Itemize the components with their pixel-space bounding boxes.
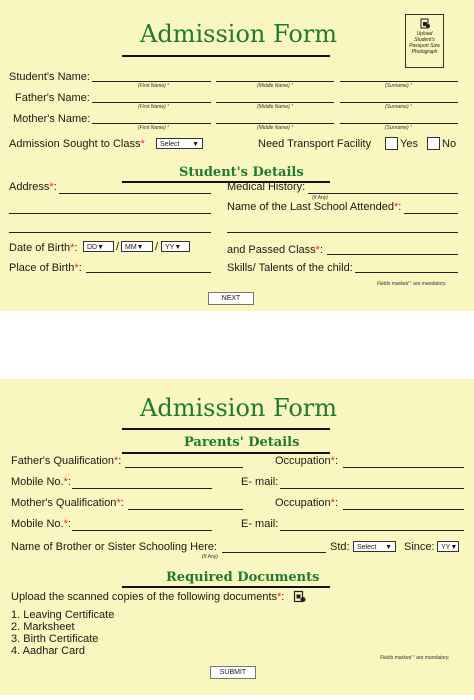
passed-class-field[interactable] (327, 254, 458, 255)
students-name-label: Student's Name: (9, 71, 90, 83)
dob-year-select[interactable]: YY▼ (161, 241, 190, 252)
upload-file-icon (420, 18, 430, 29)
transport-label: Need Transport Facility (258, 138, 372, 150)
admission-form-page-1: Admission Form Upload Student's Passport… (0, 0, 474, 311)
mother-mobile-label: Mobile No.*: (11, 518, 71, 530)
mother-occupation-label: Occupation*: (275, 497, 338, 509)
middle-name-hint: (Middle Name) * (257, 104, 294, 110)
photo-box-text: Photograph (411, 49, 438, 55)
father-surname-field[interactable] (340, 102, 458, 103)
medical-history-field[interactable] (308, 193, 458, 194)
skills-field[interactable] (355, 272, 458, 273)
first-name-hint: (First Name) * (138, 83, 170, 89)
dob-day-select[interactable]: DD▼ (83, 241, 114, 252)
mother-qualification-label: Mother's Qualification*: (11, 497, 124, 509)
submit-button[interactable]: SUBMIT (210, 666, 256, 679)
std-label: Std: (330, 541, 350, 553)
transport-no-checkbox[interactable] (427, 137, 440, 150)
sibling-name-field[interactable] (222, 552, 326, 553)
dob-label: Date of Birth*: (9, 242, 78, 254)
date-separator: / (116, 241, 120, 253)
middle-name-hint: (Middle Name) * (257, 83, 294, 89)
sibling-label: Name of Brother or Sister Schooling Here… (11, 541, 218, 553)
admission-class-label: Admission Sought to Class* (9, 138, 145, 150)
photo-upload-box[interactable]: Upload Student's Passport Size Photograp… (405, 14, 444, 68)
since-label: Since: (404, 541, 435, 553)
last-school-field-2[interactable] (227, 232, 458, 233)
std-select[interactable]: Select ▼ (353, 541, 396, 552)
surname-hint: (Surname) * (385, 104, 412, 110)
father-mobile-label: Mobile No.*: (11, 476, 71, 488)
last-school-label: Name of the Last School Attended*: (227, 201, 402, 213)
address-label: Address*: (9, 181, 57, 193)
upload-instructions: Upload the scanned copies of the followi… (11, 591, 285, 603)
mother-surname-field[interactable] (340, 123, 458, 124)
fathers-name-label: Father's Name: (15, 92, 90, 104)
mother-qualification-field[interactable] (128, 509, 243, 510)
father-qualification-field[interactable] (125, 467, 243, 468)
upload-file-icon[interactable] (293, 590, 306, 603)
student-surname-field[interactable] (340, 81, 458, 82)
mother-email-field[interactable] (280, 530, 464, 531)
transport-no-label: No (442, 138, 457, 150)
parents-details-heading: Parents' Details (184, 435, 300, 450)
students-details-heading: Student's Details (179, 165, 304, 180)
transport-yes-label: Yes (400, 138, 418, 150)
mother-first-name-field[interactable] (92, 123, 211, 124)
title-underline (122, 428, 330, 430)
mandatory-note: Fields marked * are mandatory. (377, 281, 447, 287)
list-item: 2. Marksheet (11, 621, 75, 633)
mother-email-label: E- mail: (241, 518, 279, 530)
father-email-field[interactable] (280, 488, 464, 489)
passed-class-label: and Passed Class*: (227, 244, 324, 256)
student-middle-name-field[interactable] (216, 81, 334, 82)
class-select[interactable]: Select ▼ (156, 138, 203, 149)
address-line-3[interactable] (9, 232, 211, 233)
title-underline (122, 55, 330, 57)
medical-history-label: Medical History: (227, 181, 306, 193)
father-first-name-field[interactable] (92, 102, 211, 103)
list-item: 4. Aadhar Card (11, 645, 85, 657)
mothers-name-label: Mother's Name: (13, 113, 91, 125)
next-button[interactable]: NEXT (208, 292, 254, 305)
date-separator: / (155, 241, 159, 253)
surname-hint: (Surname) * (385, 83, 412, 89)
since-year-select[interactable]: YY▼ (437, 541, 459, 552)
father-middle-name-field[interactable] (216, 102, 334, 103)
place-of-birth-label: Place of Birth*: (9, 262, 82, 274)
address-line-1[interactable] (59, 193, 211, 194)
middle-name-hint: (Middle Name) * (257, 125, 294, 131)
mother-occupation-field[interactable] (343, 509, 464, 510)
documents-list: 1. Leaving Certificate 2. Marksheet 3. B… (11, 609, 114, 657)
list-item: 1. Leaving Certificate (11, 609, 115, 621)
father-occupation-label: Occupation*: (275, 455, 338, 467)
father-qualification-label: Father's Qualification*: (11, 455, 122, 467)
dob-month-select[interactable]: MM▼ (121, 241, 153, 252)
mother-middle-name-field[interactable] (216, 123, 334, 124)
section-underline (122, 586, 330, 588)
mandatory-note: Fields marked * are mandatory. (380, 655, 450, 661)
mother-mobile-field[interactable] (72, 530, 212, 531)
transport-yes-checkbox[interactable] (385, 137, 398, 150)
skills-label: Skills/ Talents of the child: (227, 262, 353, 274)
address-line-2[interactable] (9, 213, 211, 214)
father-mobile-field[interactable] (72, 488, 212, 489)
father-email-label: E- mail: (241, 476, 279, 488)
form-title: Admission Form (140, 20, 337, 48)
admission-form-page-2: Admission Form Parents' Details Father's… (0, 379, 474, 695)
form-title: Admission Form (140, 394, 337, 422)
list-item: 3. Birth Certificate (11, 633, 99, 645)
place-of-birth-field[interactable] (86, 272, 211, 273)
section-underline (122, 452, 330, 454)
student-first-name-field[interactable] (92, 81, 211, 82)
required-documents-heading: Required Documents (166, 570, 320, 585)
sibling-if-any-hint: (If Any) (202, 554, 218, 560)
father-occupation-field[interactable] (343, 467, 464, 468)
first-name-hint: (First Name) * (138, 125, 170, 131)
first-name-hint: (First Name) * (138, 104, 170, 110)
surname-hint: (Surname) * (385, 125, 412, 131)
last-school-field[interactable] (404, 213, 458, 214)
